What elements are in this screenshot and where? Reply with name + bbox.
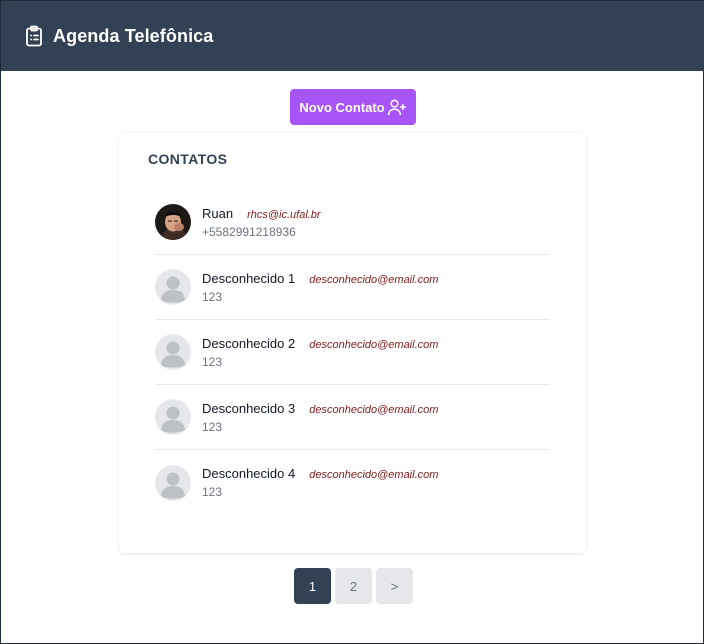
- contact-name: Desconhecido 1: [202, 270, 296, 286]
- default-avatar-icon: [155, 269, 191, 305]
- contact-item[interactable]: Desconhecido 4 desconhecido@email.com 12…: [155, 450, 550, 515]
- contacts-title: CONTATOS: [148, 151, 228, 167]
- new-contact-label: Novo Contato: [299, 99, 385, 115]
- contact-email: desconhecido@email.com: [309, 338, 439, 351]
- contact-phone: 123: [202, 289, 223, 304]
- next-page-button[interactable]: >: [376, 568, 413, 604]
- contact-item[interactable]: Desconhecido 1 desconhecido@email.com 12…: [155, 255, 550, 320]
- contacts-card: CONTATOS Ruan rhcs@ic.ufal.br +558299121…: [119, 133, 586, 553]
- default-avatar-icon: [155, 464, 191, 501]
- contact-phone: 123: [202, 354, 223, 369]
- pagination: 1 2 >: [294, 568, 413, 604]
- app-title: Agenda Telefônica: [53, 25, 214, 46]
- contact-phone: 123: [202, 485, 223, 499]
- contact-email: desconhecido@email.com: [309, 469, 439, 481]
- contact-email: desconhecido@email.com: [309, 403, 439, 416]
- page-button-1[interactable]: 1: [294, 568, 331, 604]
- contact-name: Desconhecido 4: [202, 466, 296, 481]
- user-plus-icon: [387, 99, 406, 116]
- avatar-photo: [155, 204, 191, 240]
- clipboard-list-icon: [26, 25, 42, 47]
- default-avatar-icon: [155, 334, 191, 370]
- contact-item[interactable]: Desconhecido 3 desconhecido@email.com 12…: [155, 385, 550, 450]
- app-header: Agenda Telefônica: [1, 1, 704, 71]
- contact-item[interactable]: Ruan rhcs@ic.ufal.br +5582991218936: [155, 190, 550, 255]
- contact-email: desconhecido@email.com: [309, 273, 439, 286]
- new-contact-button[interactable]: Novo Contato: [290, 89, 416, 125]
- contact-email: rhcs@ic.ufal.br: [247, 208, 321, 221]
- contact-phone: +5582991218936: [202, 224, 296, 239]
- contact-name: Desconhecido 2: [202, 335, 296, 351]
- default-avatar-icon: [155, 399, 191, 435]
- contact-item[interactable]: Desconhecido 2 desconhecido@email.com 12…: [155, 320, 550, 385]
- contacts-list: Ruan rhcs@ic.ufal.br +5582991218936 Desc…: [155, 190, 550, 515]
- contact-phone: 123: [202, 419, 223, 434]
- app-window: Agenda Telefônica Novo Contato CONTATOS: [0, 0, 704, 644]
- contact-name: Ruan: [202, 205, 234, 221]
- contact-name: Desconhecido 3: [202, 400, 296, 416]
- page-button-2[interactable]: 2: [335, 568, 372, 604]
